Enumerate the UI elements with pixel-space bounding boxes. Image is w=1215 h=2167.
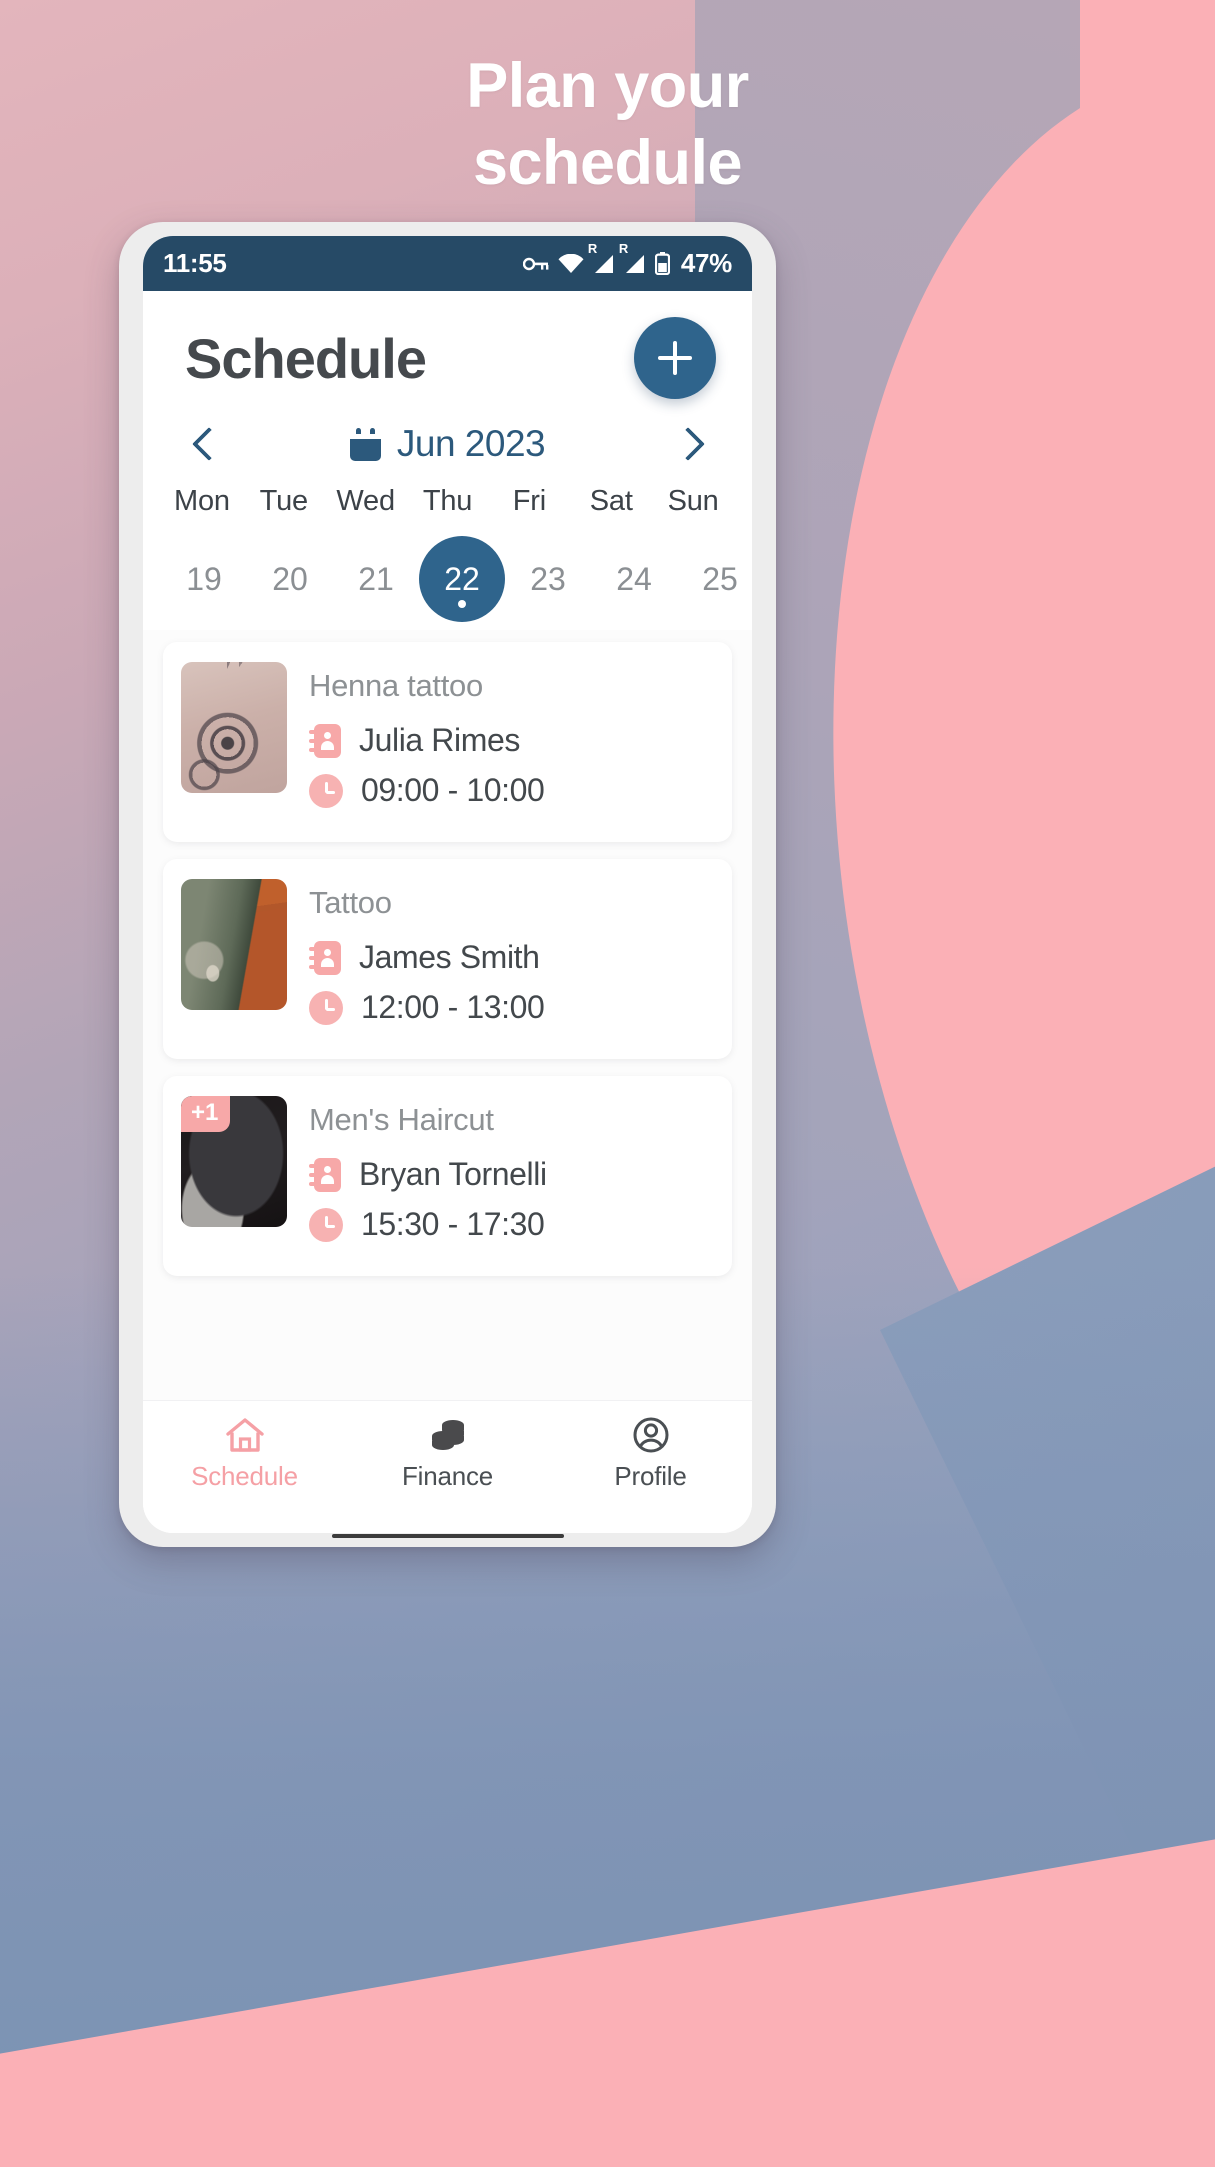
home-icon	[224, 1415, 266, 1455]
weekday-label-text: Mon	[174, 485, 230, 517]
weekday-label: Sat	[570, 485, 652, 536]
appointment-card[interactable]: Tattoo James Smith 12:00 - 13:00	[163, 859, 732, 1059]
plus-icon	[658, 341, 692, 375]
nav-item-label: Finance	[401, 1461, 494, 1491]
day-cell[interactable]: 21	[333, 536, 419, 622]
weekday-label: Sun	[652, 485, 734, 536]
appointment-client-row: James Smith	[309, 939, 714, 976]
weekday-label-text: Tue	[259, 485, 308, 517]
weekday-label-text: Thu	[422, 485, 473, 517]
appointment-thumbnail: +1	[181, 1096, 287, 1227]
add-appointment-button[interactable]	[634, 317, 716, 399]
day-cell[interactable]: 23	[505, 536, 591, 622]
weekday-label: Tue	[243, 485, 325, 536]
appointment-time-range: 15:30 - 17:30	[361, 1206, 545, 1242]
weekday-label-text: Wed	[336, 485, 395, 517]
weekday-header-row: Mon Tue Wed Thu Fri Sat Sun	[161, 485, 734, 536]
signal-roaming-2-icon: R	[619, 241, 646, 274]
clock-icon	[309, 990, 343, 1025]
day-number: 21	[358, 560, 394, 597]
weekday-label-text: Sat	[589, 485, 633, 517]
bottom-navigation: Schedule Finance Profile	[143, 1400, 752, 1533]
appointment-card[interactable]: +1 Men's Haircut Bryan Tornelli 15:30 - 17:…	[163, 1076, 732, 1276]
appointment-client-name: Julia Rimes	[359, 722, 520, 758]
day-cell-selected[interactable]: 22	[419, 536, 505, 622]
appointment-service-title: Tattoo	[309, 885, 392, 920]
day-number: 23	[530, 560, 566, 597]
appointment-info: Tattoo James Smith 12:00 - 13:00	[309, 879, 714, 1039]
appointment-client-row: Julia Rimes	[309, 722, 714, 759]
status-bar-icons: R R 47%	[522, 241, 732, 279]
wifi-icon	[558, 253, 584, 274]
status-bar: 11:55 R R 47%	[143, 236, 752, 291]
week-strip: Mon Tue Wed Thu Fri Sat Sun 19 20 21 22 23 24 25	[143, 471, 752, 630]
signal-roaming-1-icon: R	[588, 241, 615, 274]
contact-book-icon	[309, 1157, 341, 1192]
home-indicator	[331, 1534, 564, 1538]
nav-item-label: Profile	[614, 1461, 687, 1491]
phone-mockup-frame: 11:55 R R 47% Schedule Jun 2023 Mon Tue …	[119, 222, 776, 1547]
nav-item-finance[interactable]: Finance	[346, 1415, 549, 1492]
headline-line-2: schedule	[472, 127, 743, 198]
weekday-label-text: Fri	[512, 485, 546, 517]
weekday-label: Thu	[407, 485, 489, 536]
appointment-time-row: 12:00 - 13:00	[309, 989, 714, 1026]
appointment-client-row: Bryan Tornelli	[309, 1156, 714, 1193]
person-circle-icon	[630, 1415, 672, 1455]
day-cell[interactable]: 24	[591, 536, 677, 622]
appointment-info: Henna tattoo Julia Rimes 09:00 - 10:00	[309, 662, 714, 822]
day-number-row: 19 20 21 22 23 24 25	[161, 536, 738, 622]
battery-percent-label: 47%	[680, 248, 732, 278]
day-number: 22	[419, 536, 505, 622]
appointment-card[interactable]: Henna tattoo Julia Rimes 09:00 - 10:00	[163, 642, 732, 842]
day-number: 24	[616, 560, 652, 597]
coins-icon	[427, 1415, 469, 1455]
month-navigation: Jun 2023	[143, 409, 752, 471]
appointment-thumbnail	[181, 662, 287, 793]
previous-month-button[interactable]	[189, 426, 225, 462]
appointment-client-name: James Smith	[359, 939, 540, 975]
appointment-list: Henna tattoo Julia Rimes 09:00 - 10:00 Tatt…	[143, 630, 752, 1400]
app-header: Schedule	[143, 291, 752, 409]
appointment-time-range: 09:00 - 10:00	[361, 772, 545, 808]
contact-book-icon	[309, 723, 341, 758]
vpn-key-icon	[522, 256, 549, 272]
weekday-label: Fri	[488, 485, 570, 536]
day-number: 25	[702, 560, 738, 597]
nav-item-label: Schedule	[191, 1461, 298, 1491]
appointment-time-range: 12:00 - 13:00	[361, 989, 545, 1025]
day-event-dot	[458, 600, 466, 608]
day-number: 20	[272, 560, 308, 597]
weekday-label-text: Sun	[667, 485, 719, 517]
day-cell[interactable]: 20	[247, 536, 333, 622]
appointment-time-row: 09:00 - 10:00	[309, 772, 714, 809]
headline-line-1: Plan your	[466, 51, 749, 121]
clock-icon	[309, 1207, 343, 1242]
calendar-icon	[349, 427, 381, 461]
current-month-label: Jun 2023	[396, 423, 546, 464]
appointment-thumbnail	[181, 879, 287, 1010]
nav-item-profile[interactable]: Profile	[549, 1415, 752, 1492]
appointment-service-title: Henna tattoo	[309, 668, 483, 703]
battery-icon	[654, 252, 670, 275]
extra-photos-badge: +1	[181, 1096, 231, 1132]
day-cell[interactable]: 25	[677, 536, 752, 622]
promo-headline: Plan your schedule	[0, 48, 1215, 202]
phone-screen: 11:55 R R 47% Schedule Jun 2023 Mon Tue …	[143, 236, 752, 1533]
appointment-info: Men's Haircut Bryan Tornelli 15:30 - 17:30	[309, 1096, 714, 1256]
next-month-button[interactable]	[670, 426, 706, 462]
appointment-service-title: Men's Haircut	[309, 1102, 494, 1137]
nav-item-schedule[interactable]: Schedule	[143, 1415, 346, 1492]
contact-book-icon	[309, 940, 341, 975]
weekday-label: Mon	[161, 485, 243, 536]
appointment-client-name: Bryan Tornelli	[359, 1156, 547, 1192]
weekday-label: Wed	[325, 485, 407, 536]
page-title: Schedule	[185, 326, 427, 390]
status-bar-clock: 11:55	[163, 248, 227, 278]
month-label-group[interactable]: Jun 2023	[349, 423, 546, 465]
clock-icon	[309, 773, 343, 808]
day-number: 19	[186, 560, 222, 597]
appointment-time-row: 15:30 - 17:30	[309, 1206, 714, 1243]
day-cell[interactable]: 19	[161, 536, 247, 622]
